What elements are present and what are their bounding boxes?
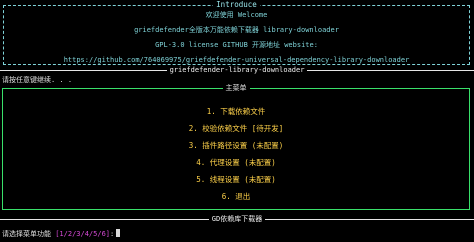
welcome-text: 欢迎使用 Welcome bbox=[205, 11, 268, 19]
footer-rule: GD依赖库下载器 bbox=[0, 214, 474, 225]
input-suffix: : bbox=[110, 230, 115, 238]
input-choices: [1/2/3/4/5/6] bbox=[55, 230, 111, 238]
main-menu-title: 主菜单 bbox=[222, 84, 250, 92]
menu-input-line[interactable]: 请选择菜单功能 [1/2/3/4/5/6]: bbox=[2, 229, 121, 239]
github-url-text: https://github.com/764069975/griefdefend… bbox=[63, 56, 410, 64]
menu-item-verify[interactable]: 2. 校验依赖文件 [待开发] bbox=[3, 124, 469, 134]
menu-item-proxy[interactable]: 4. 代理设置 (未配置) bbox=[3, 158, 469, 168]
footer-title: GD依赖库下载器 bbox=[208, 215, 266, 223]
license-text: GPL-3.0 license GITHUB 开源地址 website: bbox=[155, 41, 318, 49]
menu-item-plugin-path[interactable]: 3. 插件路径设置 (未配置) bbox=[3, 141, 469, 151]
intro-panel-title: Introduce bbox=[213, 0, 260, 9]
intro-panel: Introduce 欢迎使用 Welcome griefdefender全版本万… bbox=[3, 0, 470, 65]
input-prompt-label: 请选择菜单功能 bbox=[2, 230, 51, 238]
app-name-text: griefdefender全版本万能依赖下载器 library-download… bbox=[134, 26, 339, 34]
text-cursor[interactable] bbox=[116, 229, 121, 237]
terminal-window: Introduce 欢迎使用 Welcome griefdefender全版本万… bbox=[0, 0, 474, 242]
separator-title: griefdefender-library-downloader bbox=[166, 66, 308, 74]
menu-item-download[interactable]: 1. 下载依赖文件 bbox=[3, 107, 469, 117]
menu-item-threads[interactable]: 5. 线程设置 (未配置) bbox=[3, 175, 469, 185]
main-menu-panel: 主菜单 1. 下载依赖文件 2. 校验依赖文件 [待开发] 3. 插件路径设置 … bbox=[2, 84, 470, 210]
menu-item-exit[interactable]: 6. 退出 bbox=[3, 192, 469, 202]
